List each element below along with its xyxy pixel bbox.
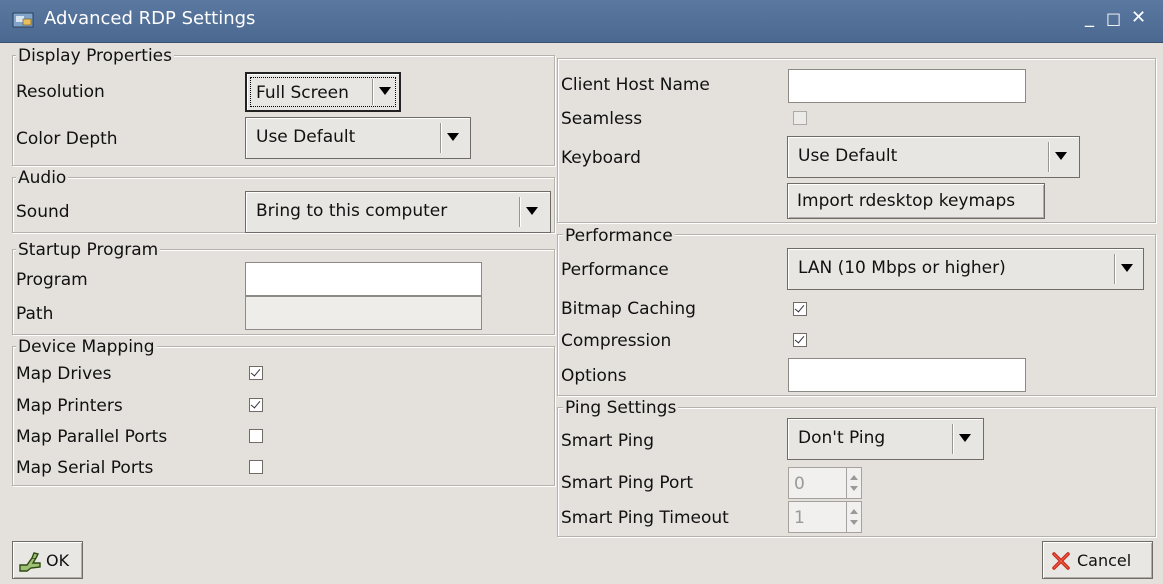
spinner-buttons [846, 468, 861, 498]
import-keymaps-label: Import rdesktop keymaps [797, 191, 1016, 211]
spin-down-icon[interactable] [850, 520, 858, 525]
keyboard-combo[interactable]: Use Default [787, 136, 1080, 178]
smart-ping-port-label: Smart Ping Port [561, 473, 694, 493]
smart-ping-label: Smart Ping [561, 431, 654, 451]
map-parallel-ports-checkbox[interactable] [249, 429, 263, 443]
import-rdesktop-keymaps-button[interactable]: Import rdesktop keymaps [787, 183, 1045, 219]
combo-separator [1114, 254, 1116, 284]
map-parallel-ports-label: Map Parallel Ports [16, 427, 168, 447]
options-label: Options [561, 366, 627, 386]
performance-title: Performance [563, 226, 675, 246]
maximize-button[interactable]: □ [1106, 9, 1121, 28]
sound-label: Sound [16, 202, 70, 222]
map-printers-label: Map Printers [16, 396, 123, 416]
path-label: Path [16, 304, 54, 324]
cancel-button[interactable]: Cancel [1042, 541, 1153, 579]
smart-ping-timeout-spinner[interactable]: 1 [788, 501, 862, 533]
combo-separator [952, 424, 954, 454]
combo-separator [372, 79, 374, 105]
chevron-down-icon [526, 207, 538, 215]
client-host-name-label: Client Host Name [561, 75, 710, 95]
audio-title: Audio [16, 168, 69, 188]
compression-checkbox[interactable] [793, 333, 807, 347]
chevron-down-icon [1121, 264, 1133, 272]
spinner-buttons [846, 502, 861, 532]
ok-button[interactable]: OK [12, 541, 83, 579]
sound-value: Bring to this computer [256, 201, 448, 221]
color-depth-label: Color Depth [16, 129, 118, 149]
resolution-combo[interactable]: Full Screen [245, 72, 401, 112]
combo-separator [440, 123, 442, 153]
app-icon [12, 12, 34, 28]
map-drives-checkbox[interactable] [249, 366, 263, 380]
combo-separator [519, 197, 521, 227]
map-drives-label: Map Drives [16, 364, 112, 384]
chevron-down-icon [379, 87, 391, 95]
resolution-value: Full Screen [256, 83, 349, 103]
spin-up-icon[interactable] [850, 475, 858, 480]
ok-label: OK [46, 551, 70, 570]
color-depth-value: Use Default [256, 127, 356, 147]
smart-ping-port-value: 0 [794, 474, 805, 494]
keyboard-label: Keyboard [561, 148, 641, 168]
ok-hand-icon [19, 552, 41, 572]
compression-label: Compression [561, 331, 672, 351]
minimize-button[interactable]: _ [1085, 7, 1094, 28]
ping-settings-title: Ping Settings [563, 398, 679, 418]
performance-value: LAN (10 Mbps or higher) [798, 258, 1006, 278]
chevron-down-icon [1055, 152, 1067, 160]
smart-ping-port-spinner[interactable]: 0 [788, 467, 862, 499]
smart-ping-timeout-label: Smart Ping Timeout [561, 508, 729, 528]
color-depth-combo[interactable]: Use Default [245, 117, 471, 159]
display-properties-title: Display Properties [16, 46, 174, 66]
sound-combo[interactable]: Bring to this computer [245, 191, 551, 233]
spin-up-icon[interactable] [850, 509, 858, 514]
cancel-label: Cancel [1077, 551, 1132, 570]
bitmap-caching-label: Bitmap Caching [561, 299, 696, 319]
device-mapping-title: Device Mapping [16, 337, 157, 357]
map-serial-ports-label: Map Serial Ports [16, 458, 154, 478]
window-title: Advanced RDP Settings [44, 8, 256, 29]
startup-program-title: Startup Program [16, 240, 161, 260]
options-input[interactable] [788, 358, 1026, 392]
map-serial-ports-checkbox[interactable] [249, 460, 263, 474]
chevron-down-icon [959, 434, 971, 442]
client-host-name-input[interactable] [788, 69, 1026, 103]
title-bar: Advanced RDP Settings _ □ ✕ [0, 0, 1163, 43]
program-label: Program [16, 270, 88, 290]
path-input [245, 296, 482, 330]
program-input[interactable] [245, 262, 482, 296]
smart-ping-combo[interactable]: Don't Ping [787, 418, 984, 460]
combo-separator [1048, 142, 1050, 172]
seamless-label: Seamless [561, 109, 643, 129]
seamless-checkbox[interactable] [793, 111, 807, 125]
keyboard-value: Use Default [798, 146, 898, 166]
spin-down-icon[interactable] [850, 486, 858, 491]
smart-ping-timeout-value: 1 [794, 508, 805, 528]
chevron-down-icon [447, 133, 459, 141]
performance-combo[interactable]: LAN (10 Mbps or higher) [787, 248, 1144, 290]
cancel-x-icon [1052, 552, 1070, 570]
performance-label: Performance [561, 260, 669, 280]
resolution-label: Resolution [16, 82, 105, 102]
smart-ping-value: Don't Ping [798, 428, 886, 448]
bitmap-caching-checkbox[interactable] [793, 302, 807, 316]
map-printers-checkbox[interactable] [249, 398, 263, 412]
close-button[interactable]: ✕ [1131, 7, 1146, 28]
